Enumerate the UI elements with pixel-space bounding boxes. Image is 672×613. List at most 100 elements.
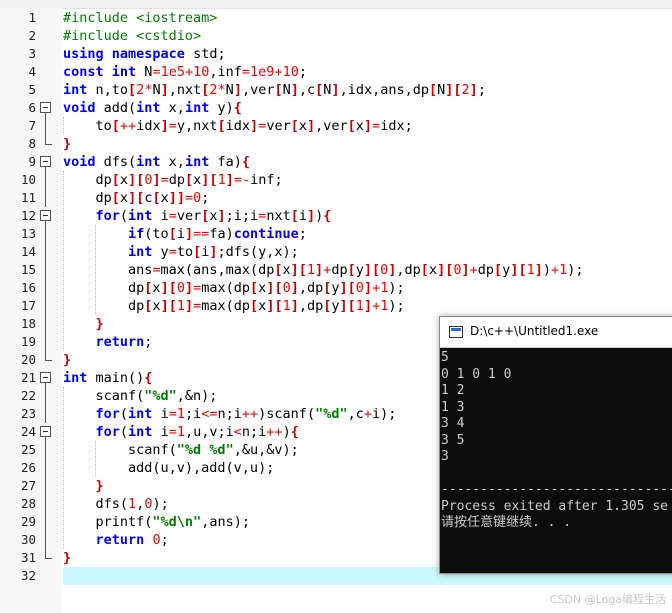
code-line[interactable]: if(to[i]==fa)continue; [63,225,672,243]
code-token: for [95,424,120,440]
line-number: 3 [28,46,36,61]
fold-line [45,315,46,333]
console-title: D:\c++\Untitled1.exe [470,324,599,338]
code-token: 1 [217,172,226,188]
line-number: 13 [20,226,36,241]
code-token: for [95,406,120,422]
code-token: [ [250,298,259,314]
fold-row [38,387,54,405]
line-number: 6 [28,100,36,115]
console-titlebar[interactable]: D:\c++\Untitled1.exe [440,317,672,348]
fold-line [45,333,46,351]
code-token: dp [331,262,348,278]
code-token: printf( [63,514,153,530]
code-token: ][ [128,172,145,188]
code-token: [ [217,118,226,134]
code-token: [ [290,208,299,224]
fold-row [38,297,54,315]
code-token: i [152,424,169,440]
code-token: ,ver [315,118,348,134]
code-line[interactable]: to[++idx]=y,nxt[idx]=ver[x],ver[x]=idx; [63,117,672,135]
code-token: nxt [266,208,291,224]
code-token: 1 [176,298,185,314]
code-line[interactable]: #include <iostream> [63,9,672,27]
code-token: [ [250,280,259,296]
code-token: ver [176,208,202,224]
code-line[interactable]: using namespace std; [63,45,672,63]
code-line[interactable]: int y=to[i];dfs(y,x); [63,243,672,261]
code-token: (to [144,226,169,242]
code-token: ][ [437,262,454,278]
fold-row [38,99,54,117]
code-token: [ [420,262,429,278]
console-line: 3 4 [441,416,465,431]
code-token: + [372,298,381,314]
code-token: [ [347,262,356,278]
code-token: i [152,406,169,422]
line-number: 19 [20,334,36,349]
code-token: ][ [266,280,283,296]
code-line[interactable]: } [63,135,672,153]
code-token: ] [534,262,543,278]
code-token: == [193,226,210,242]
code-line[interactable]: dp[x][c[x]]=0; [63,189,672,207]
code-token: ][ [290,262,307,278]
code-token: 10 [282,64,299,80]
code-line[interactable]: void add(int x,int y){ [63,99,672,117]
console-window[interactable]: D:\c++\Untitled1.exe 50 1 0 1 01 21 33 4… [439,316,672,574]
code-line[interactable]: void dfs(int x,int fa){ [63,153,672,171]
code-token: ][ [160,298,177,314]
code-token: if [128,226,145,242]
code-token: dp [168,172,186,188]
code-token: ( [119,208,129,224]
code-token: int [136,100,161,116]
code-token: [ [111,172,120,188]
code-token: ] [290,280,299,296]
code-line[interactable]: dp[x][0]=max(dp[x][0],dp[y][0]+1); [63,279,672,297]
code-token: x [282,262,291,278]
code-token: ,u,v;i [184,424,234,440]
fold-row [38,315,54,333]
code-line[interactable]: for(int i=ver[x];i;i=nxt[i]){ [63,207,672,225]
code-token: ] [306,118,316,134]
line-number: 2 [28,28,36,43]
line-number: 32 [20,568,36,583]
code-line[interactable]: int n,to[2*N],nxt[2*N],ver[N],c[N],idx,a… [63,81,672,99]
console-line: 5 [441,350,449,365]
code-token: dp [63,280,145,296]
code-token: [ [111,118,120,134]
code-token: = [185,190,194,206]
code-line[interactable]: const int N=1e5+10,inf=1e9+10; [63,63,672,81]
line-number: 27 [20,478,36,493]
code-token: ) [282,424,291,440]
code-token: inf; [250,172,283,188]
code-token: = [241,64,251,80]
code-token: n;i [217,406,242,422]
code-token: #include <cstdio> [63,28,202,44]
code-token: ][ [339,298,356,314]
code-token: ver [266,118,291,134]
code-line[interactable]: #include <cstdio> [63,27,672,45]
fold-line [45,171,46,189]
code-line[interactable]: dp[x][1]=max(dp[x][1],dp[y][1]+1); [63,297,672,315]
line-number: 15 [20,262,36,277]
code-token: x [428,262,438,278]
code-token: ] [331,82,340,98]
code-line[interactable]: dp[x][0]=dp[x][1]=-inf; [63,171,672,189]
code-token: ]] [168,190,186,206]
fold-line [45,225,46,243]
code-token: dp [63,298,145,314]
code-line[interactable]: ans=max(ans,max(dp[x][1]+dp[y][0],dp[x][… [63,261,672,279]
console-output[interactable]: 50 1 0 1 01 21 33 43 5 3 -----------------… [440,348,672,532]
fold-end-marker [45,135,52,145]
code-token: idx [225,118,251,134]
code-token: ( [119,424,129,440]
code-token: ] [152,172,161,188]
code-token: x [119,190,129,206]
fold-line [45,189,46,207]
code-token: for [95,208,120,224]
code-token: } [63,136,72,152]
code-token: ; [144,334,153,350]
